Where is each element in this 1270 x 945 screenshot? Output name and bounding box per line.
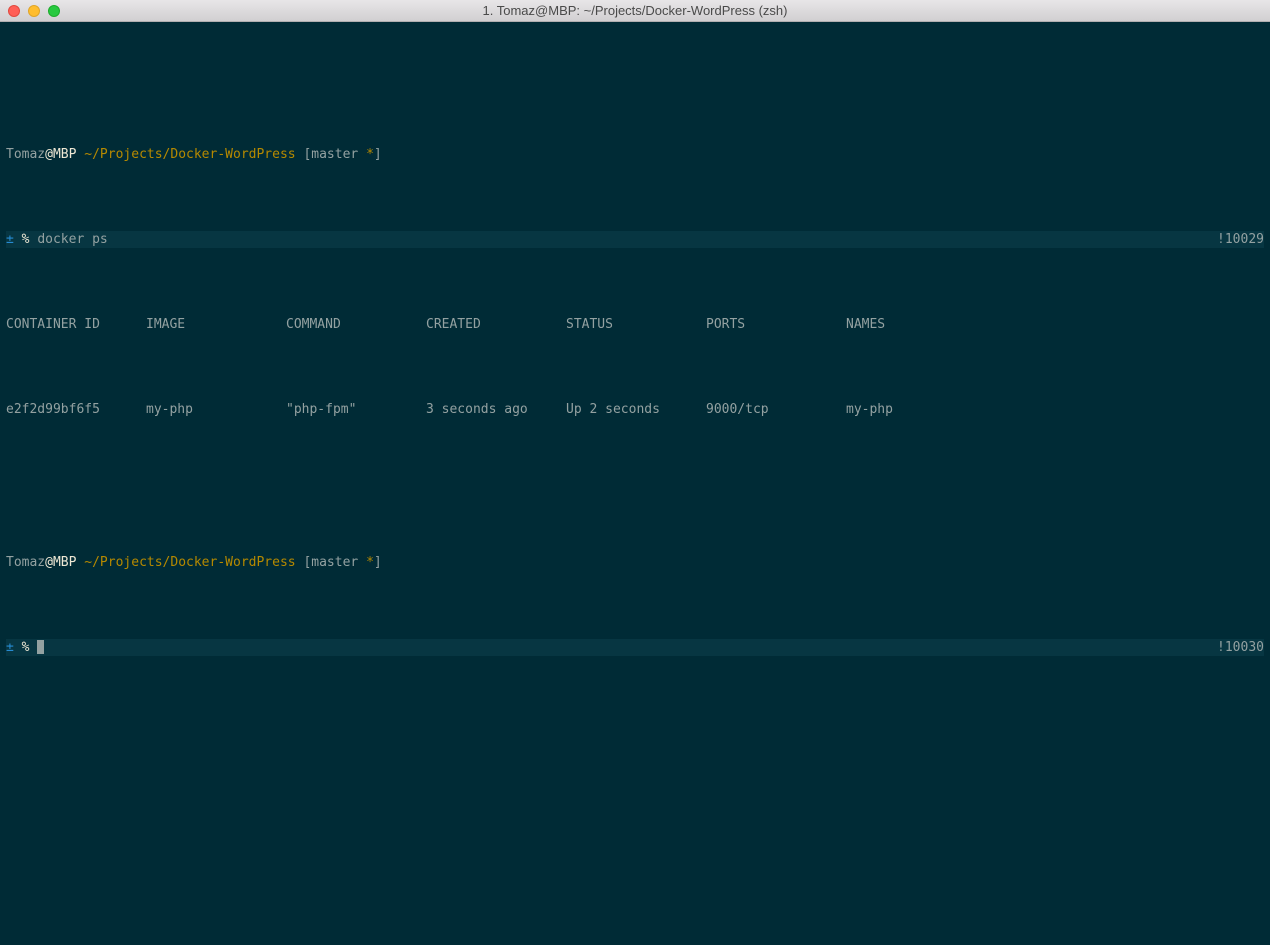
table-row: e2f2d99bf6f5 my-php "php-fpm" 3 seconds …: [6, 401, 1264, 418]
terminal-window: 1. Tomaz@MBP: ~/Projects/Docker-WordPres…: [0, 0, 1270, 945]
cell-created: 3 seconds ago: [426, 401, 566, 418]
table-header-row: CONTAINER ID IMAGE COMMAND CREATED STATU…: [6, 316, 1264, 333]
prompt-dirty-star: *: [366, 147, 374, 162]
prompt-path-line: Tomaz@MBP ~/Projects/Docker-WordPress [m…: [6, 554, 1264, 571]
window-title: 1. Tomaz@MBP: ~/Projects/Docker-WordPres…: [483, 3, 788, 18]
titlebar[interactable]: 1. Tomaz@MBP: ~/Projects/Docker-WordPres…: [0, 0, 1270, 22]
prompt-bracket-close: ]: [374, 555, 382, 570]
prompt-branch: master: [311, 147, 366, 162]
minimize-button[interactable]: [28, 5, 40, 17]
close-button[interactable]: [8, 5, 20, 17]
prompt-command-line[interactable]: ± % !10030: [6, 639, 1264, 656]
prompt-path-line: Tomaz@MBP ~/Projects/Docker-WordPress [m…: [6, 146, 1264, 163]
prompt-dirty-star: *: [366, 555, 374, 570]
history-number: !10030: [1217, 639, 1264, 656]
header-names: NAMES: [846, 316, 1264, 333]
prompt-user: Tomaz: [6, 555, 45, 570]
prompt-percent: %: [22, 232, 38, 247]
cell-container-id: e2f2d99bf6f5: [6, 401, 146, 418]
traffic-lights: [0, 5, 60, 17]
prompt-bracket-close: ]: [374, 147, 382, 162]
prompt-user: Tomaz: [6, 147, 45, 162]
prompt-host: @MBP: [45, 555, 84, 570]
cell-command: "php-fpm": [286, 401, 426, 418]
command-text: docker ps: [37, 232, 107, 247]
header-ports: PORTS: [706, 316, 846, 333]
cell-status: Up 2 seconds: [566, 401, 706, 418]
cell-image: my-php: [146, 401, 286, 418]
header-status: STATUS: [566, 316, 706, 333]
header-created: CREATED: [426, 316, 566, 333]
maximize-button[interactable]: [48, 5, 60, 17]
history-number: !10029: [1217, 231, 1264, 248]
prompt-host: @MBP: [45, 147, 84, 162]
prompt-path: ~/Projects/Docker-WordPress: [84, 555, 303, 570]
prompt-path: ~/Projects/Docker-WordPress: [84, 147, 303, 162]
prompt-symbol: ±: [6, 640, 22, 655]
header-command: COMMAND: [286, 316, 426, 333]
prompt-percent: %: [22, 640, 38, 655]
cell-ports: 9000/tcp: [706, 401, 846, 418]
prompt-command-line: ± % docker ps !10029: [6, 231, 1264, 248]
cell-names: my-php: [846, 401, 1264, 418]
prompt-symbol: ±: [6, 232, 22, 247]
header-container-id: CONTAINER ID: [6, 316, 146, 333]
terminal-body[interactable]: Tomaz@MBP ~/Projects/Docker-WordPress [m…: [0, 22, 1270, 945]
header-image: IMAGE: [146, 316, 286, 333]
prompt-branch: master: [311, 555, 366, 570]
cursor: [37, 640, 44, 654]
